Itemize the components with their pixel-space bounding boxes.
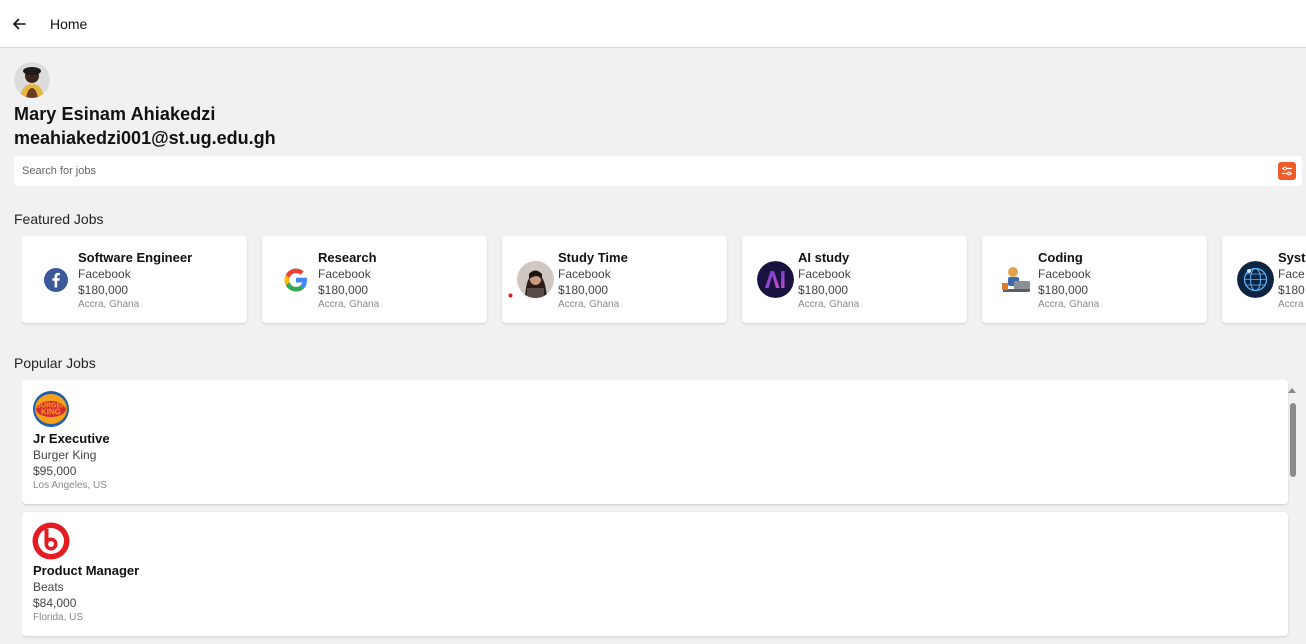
- beats-logo-icon: [32, 522, 70, 560]
- google-logo-icon: [277, 261, 314, 298]
- job-salary: $180: [1278, 283, 1305, 297]
- job-title: Study Time: [558, 250, 628, 265]
- job-location: Accra, Ghana: [558, 299, 620, 310]
- job-title: Product Manager: [33, 563, 140, 578]
- job-salary: $95,000: [33, 464, 77, 478]
- filter-icon: [1282, 166, 1292, 176]
- featured-job-card[interactable]: Coding Facebook $180,000 Accra, Ghana: [982, 236, 1207, 323]
- featured-job-card[interactable]: Study Time Facebook $180,000 Accra, Ghan…: [502, 236, 727, 323]
- back-button[interactable]: [0, 0, 38, 48]
- job-location: Accra, Ghana: [798, 299, 860, 310]
- featured-job-card[interactable]: Software Engineer Facebook $180,000 Accr…: [22, 236, 247, 323]
- job-title: Research: [318, 250, 377, 265]
- job-company: Facebook: [318, 267, 371, 281]
- job-company: Burger King: [33, 448, 97, 462]
- ai-logo-icon: [757, 261, 794, 298]
- avatar[interactable]: [14, 62, 50, 98]
- user-email: meahiakedzi001@st.ug.edu.gh: [14, 128, 276, 148]
- job-company: Facebook: [798, 267, 851, 281]
- featured-jobs-heading: Featured Jobs: [14, 211, 104, 227]
- coding-illustration-icon: [997, 261, 1034, 298]
- job-salary: $180,000: [78, 283, 129, 297]
- featured-jobs-list: Software Engineer Facebook $180,000 Accr…: [22, 236, 1306, 326]
- job-company: Facebook: [1038, 267, 1091, 281]
- system-globe-icon: [1237, 261, 1274, 298]
- popular-job-card[interactable]: BURGER KING Jr Executive Burger King $95…: [22, 380, 1288, 504]
- search-bar: [14, 156, 1302, 186]
- job-company: Facebook: [558, 267, 611, 281]
- popular-jobs-list: BURGER KING Jr Executive Burger King $95…: [22, 380, 1306, 644]
- status-dot-icon: [508, 293, 513, 298]
- job-location: Accra, Ghana: [78, 299, 140, 310]
- user-name: Mary Esinam Ahiakedzi: [14, 104, 216, 124]
- svg-text:KING: KING: [41, 408, 61, 417]
- job-salary: $180,000: [558, 283, 609, 297]
- scroll-up-arrow-icon[interactable]: [1288, 388, 1296, 393]
- job-location: Los Angeles, US: [33, 480, 107, 491]
- job-salary: $180,000: [318, 283, 369, 297]
- burger-king-logo-icon: BURGER KING: [32, 390, 70, 428]
- study-photo-icon: [517, 261, 554, 298]
- search-input[interactable]: [14, 165, 1278, 177]
- popular-jobs-scrollbar[interactable]: [1286, 384, 1298, 644]
- featured-job-card[interactable]: Syst Face $180 Accra: [1222, 236, 1306, 323]
- job-location: Accra: [1278, 299, 1304, 310]
- job-title: AI study: [798, 250, 850, 265]
- popular-job-card[interactable]: Product Manager Beats $84,000 Florida, U…: [22, 512, 1288, 636]
- app-bar: Home: [0, 0, 1306, 48]
- job-salary: $180,000: [1038, 283, 1089, 297]
- page-title: Home: [50, 15, 88, 32]
- job-location: Accra, Ghana: [318, 299, 380, 310]
- job-title: Jr Executive: [33, 431, 110, 446]
- avatar-photo-icon: [14, 62, 50, 98]
- job-title: Software Engineer: [78, 250, 193, 265]
- popular-jobs-heading: Popular Jobs: [14, 355, 96, 371]
- featured-job-card[interactable]: Research Facebook $180,000 Accra, Ghana: [262, 236, 487, 323]
- job-location: Accra, Ghana: [1038, 299, 1100, 310]
- job-title: Syst: [1278, 250, 1306, 265]
- job-company: Face: [1278, 267, 1305, 281]
- job-salary: $84,000: [33, 596, 77, 610]
- filter-button[interactable]: [1278, 162, 1296, 180]
- arrow-left-icon: [13, 18, 26, 29]
- scroll-thumb[interactable]: [1290, 403, 1296, 477]
- job-salary: $180,000: [798, 283, 849, 297]
- job-company: Beats: [33, 580, 64, 594]
- job-title: Coding: [1038, 250, 1083, 265]
- job-location: Florida, US: [33, 612, 84, 623]
- facebook-logo-icon: [37, 261, 74, 298]
- user-profile: Mary Esinam Ahiakedzi meahiakedzi001@st.…: [14, 62, 276, 149]
- job-company: Facebook: [78, 267, 131, 281]
- featured-job-card[interactable]: AI study Facebook $180,000 Accra, Ghana: [742, 236, 967, 323]
